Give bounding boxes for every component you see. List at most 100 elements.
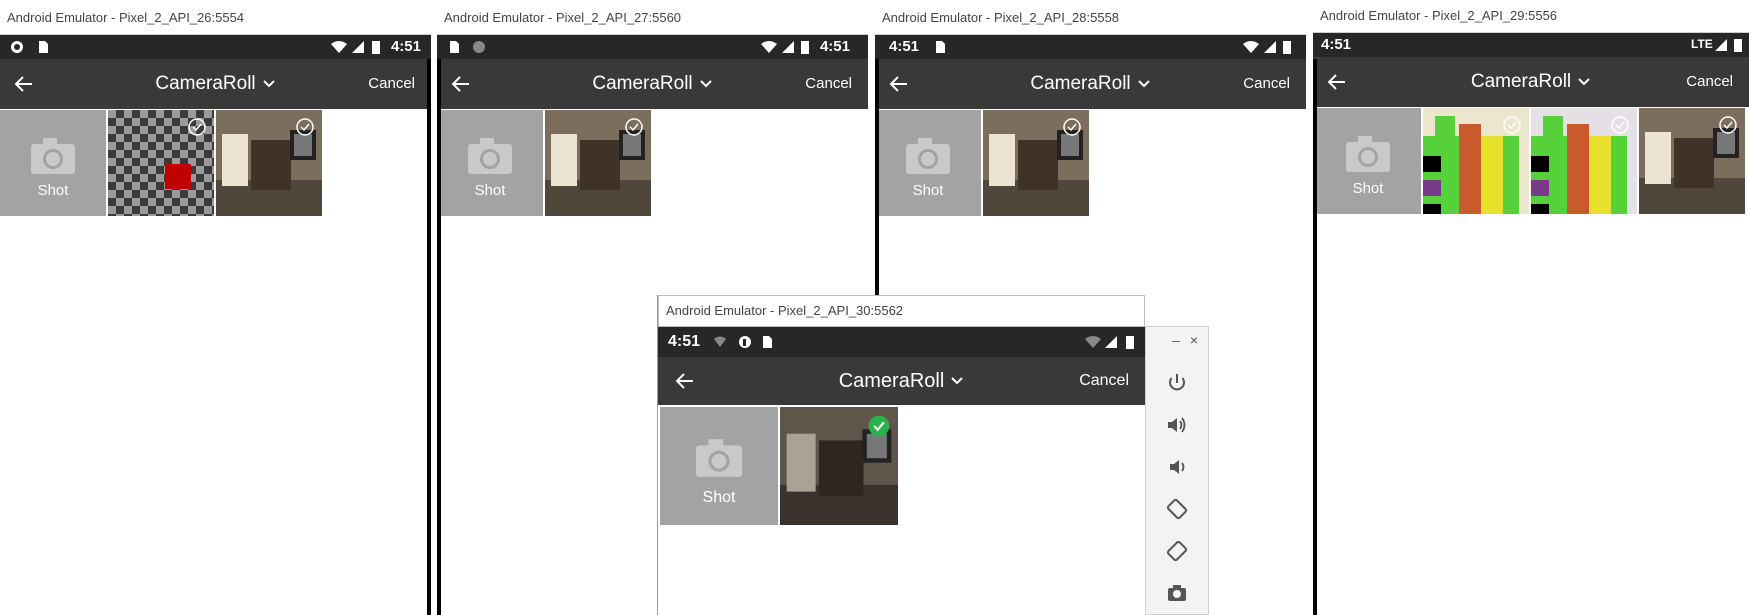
camera-icon [1346, 136, 1390, 172]
shot-tile[interactable]: Shot [660, 407, 778, 525]
album-title[interactable]: CameraRoll [1030, 73, 1130, 95]
check-circle-icon[interactable] [296, 118, 314, 136]
window-edge [1313, 59, 1317, 615]
check-circle-selected-icon[interactable] [868, 415, 890, 437]
minimize-icon[interactable]: – [1172, 332, 1180, 348]
shot-tile[interactable]: Shot [1315, 108, 1421, 214]
photo-thumbnail[interactable] [108, 110, 214, 216]
cancel-button[interactable]: Cancel [368, 59, 415, 109]
status-bar: 4:51 LTE [1313, 33, 1749, 57]
check-circle-icon[interactable] [625, 118, 643, 136]
status-bar: 4:51 [875, 35, 1306, 59]
power-icon[interactable] [1165, 371, 1189, 395]
status-time: 4:51 [889, 38, 920, 55]
battery-icon [1734, 39, 1742, 52]
photo-grid: Shot [0, 110, 324, 216]
emulator-window-api29: Android Emulator - Pixel_2_API_29:5556 4… [1313, 0, 1749, 615]
emulator-window-api30: Android Emulator - Pixel_2_API_30:5562 4… [657, 295, 1145, 615]
shot-tile[interactable]: Shot [437, 110, 543, 216]
photo-thumbnail[interactable] [216, 110, 322, 216]
wifi-off-icon [714, 336, 726, 347]
volume-down-icon[interactable] [1165, 455, 1189, 479]
shot-label: Shot [1352, 180, 1384, 197]
signal-icon [352, 41, 364, 53]
status-time: 4:51 [1321, 36, 1352, 53]
window-title: Android Emulator - Pixel_2_API_26:5554 [0, 0, 431, 35]
back-arrow-icon[interactable] [449, 72, 473, 96]
back-arrow-icon[interactable] [673, 369, 697, 393]
window-edge [427, 59, 431, 615]
photo-thumbnail[interactable] [780, 407, 898, 525]
shot-label: Shot [37, 182, 69, 199]
volume-up-icon[interactable] [1165, 413, 1189, 437]
back-arrow-icon[interactable] [887, 72, 911, 96]
signal-icon [1264, 41, 1276, 53]
back-arrow-icon[interactable] [1325, 70, 1349, 94]
check-circle-icon[interactable] [188, 118, 206, 136]
battery-icon [1126, 336, 1134, 349]
rotate-right-icon[interactable] [1165, 539, 1189, 563]
photo-thumbnail[interactable] [545, 110, 651, 216]
wifi-icon [1243, 41, 1259, 53]
emulator-window-api26: Android Emulator - Pixel_2_API_26:5554 4… [0, 0, 431, 615]
shot-label: Shot [912, 182, 944, 199]
signal-icon [1715, 39, 1727, 51]
check-circle-icon[interactable] [1719, 116, 1737, 134]
back-arrow-icon[interactable] [12, 72, 36, 96]
chevron-down-icon[interactable] [699, 77, 713, 91]
battery-icon [1283, 41, 1291, 54]
check-circle-icon[interactable] [1503, 116, 1521, 134]
cancel-button[interactable]: Cancel [1243, 59, 1290, 109]
photo-thumbnail[interactable] [1639, 108, 1745, 214]
check-circle-icon[interactable] [1611, 116, 1629, 134]
close-icon[interactable]: × [1190, 332, 1198, 348]
status-bar: 4:51 [658, 327, 1145, 357]
album-title[interactable]: CameraRoll [839, 370, 945, 393]
wifi-icon [761, 41, 777, 53]
app-bar: CameraRoll Cancel [1313, 57, 1749, 107]
photo-grid: Shot [1315, 108, 1747, 214]
shot-tile[interactable]: Shot [875, 110, 981, 216]
signal-icon [782, 41, 794, 53]
window-title: Android Emulator - Pixel_2_API_30:5562 [658, 295, 1145, 327]
privacy-icon [739, 336, 751, 348]
cancel-button[interactable]: Cancel [1079, 357, 1129, 405]
sd-card-icon [450, 41, 459, 53]
photo-grid: Shot [875, 110, 1091, 216]
camera-icon [468, 138, 512, 174]
window-title: Android Emulator - Pixel_2_API_29:5556 [1313, 0, 1749, 33]
photo-thumbnail[interactable] [983, 110, 1089, 216]
photo-thumbnail[interactable] [1423, 108, 1529, 214]
camera-icon [31, 138, 75, 174]
record-icon [11, 41, 23, 53]
app-bar: CameraRoll Cancel [875, 59, 1306, 109]
window-edge [437, 59, 441, 615]
window-title: Android Emulator - Pixel_2_API_28:5558 [875, 0, 1306, 35]
app-bar: CameraRoll Cancel [658, 357, 1145, 405]
rotate-left-icon[interactable] [1165, 497, 1189, 521]
shot-label: Shot [474, 182, 506, 199]
wifi-icon [331, 41, 347, 53]
album-title[interactable]: CameraRoll [1471, 71, 1571, 93]
photo-thumbnail[interactable] [1531, 108, 1637, 214]
sd-card-icon [39, 41, 48, 53]
check-circle-icon[interactable] [1063, 118, 1081, 136]
app-bar: CameraRoll Cancel [437, 59, 868, 109]
status-time: 4:51 [668, 333, 701, 350]
status-bar: 4:51 [0, 35, 431, 59]
album-title[interactable]: CameraRoll [155, 73, 255, 95]
chevron-down-icon[interactable] [1137, 77, 1151, 91]
shot-tile[interactable]: Shot [0, 110, 106, 216]
chevron-down-icon[interactable] [262, 77, 276, 91]
cancel-button[interactable]: Cancel [1686, 57, 1733, 107]
chevron-down-icon[interactable] [1577, 75, 1591, 89]
album-title[interactable]: CameraRoll [592, 73, 692, 95]
cancel-button[interactable]: Cancel [805, 59, 852, 109]
circle-icon [473, 41, 485, 53]
chevron-down-icon[interactable] [950, 374, 964, 388]
camera-icon[interactable] [1165, 581, 1189, 605]
photo-grid: Shot [437, 110, 653, 216]
photo-grid: Shot [660, 407, 900, 525]
camera-icon [695, 439, 743, 477]
shot-label: Shot [702, 489, 736, 506]
